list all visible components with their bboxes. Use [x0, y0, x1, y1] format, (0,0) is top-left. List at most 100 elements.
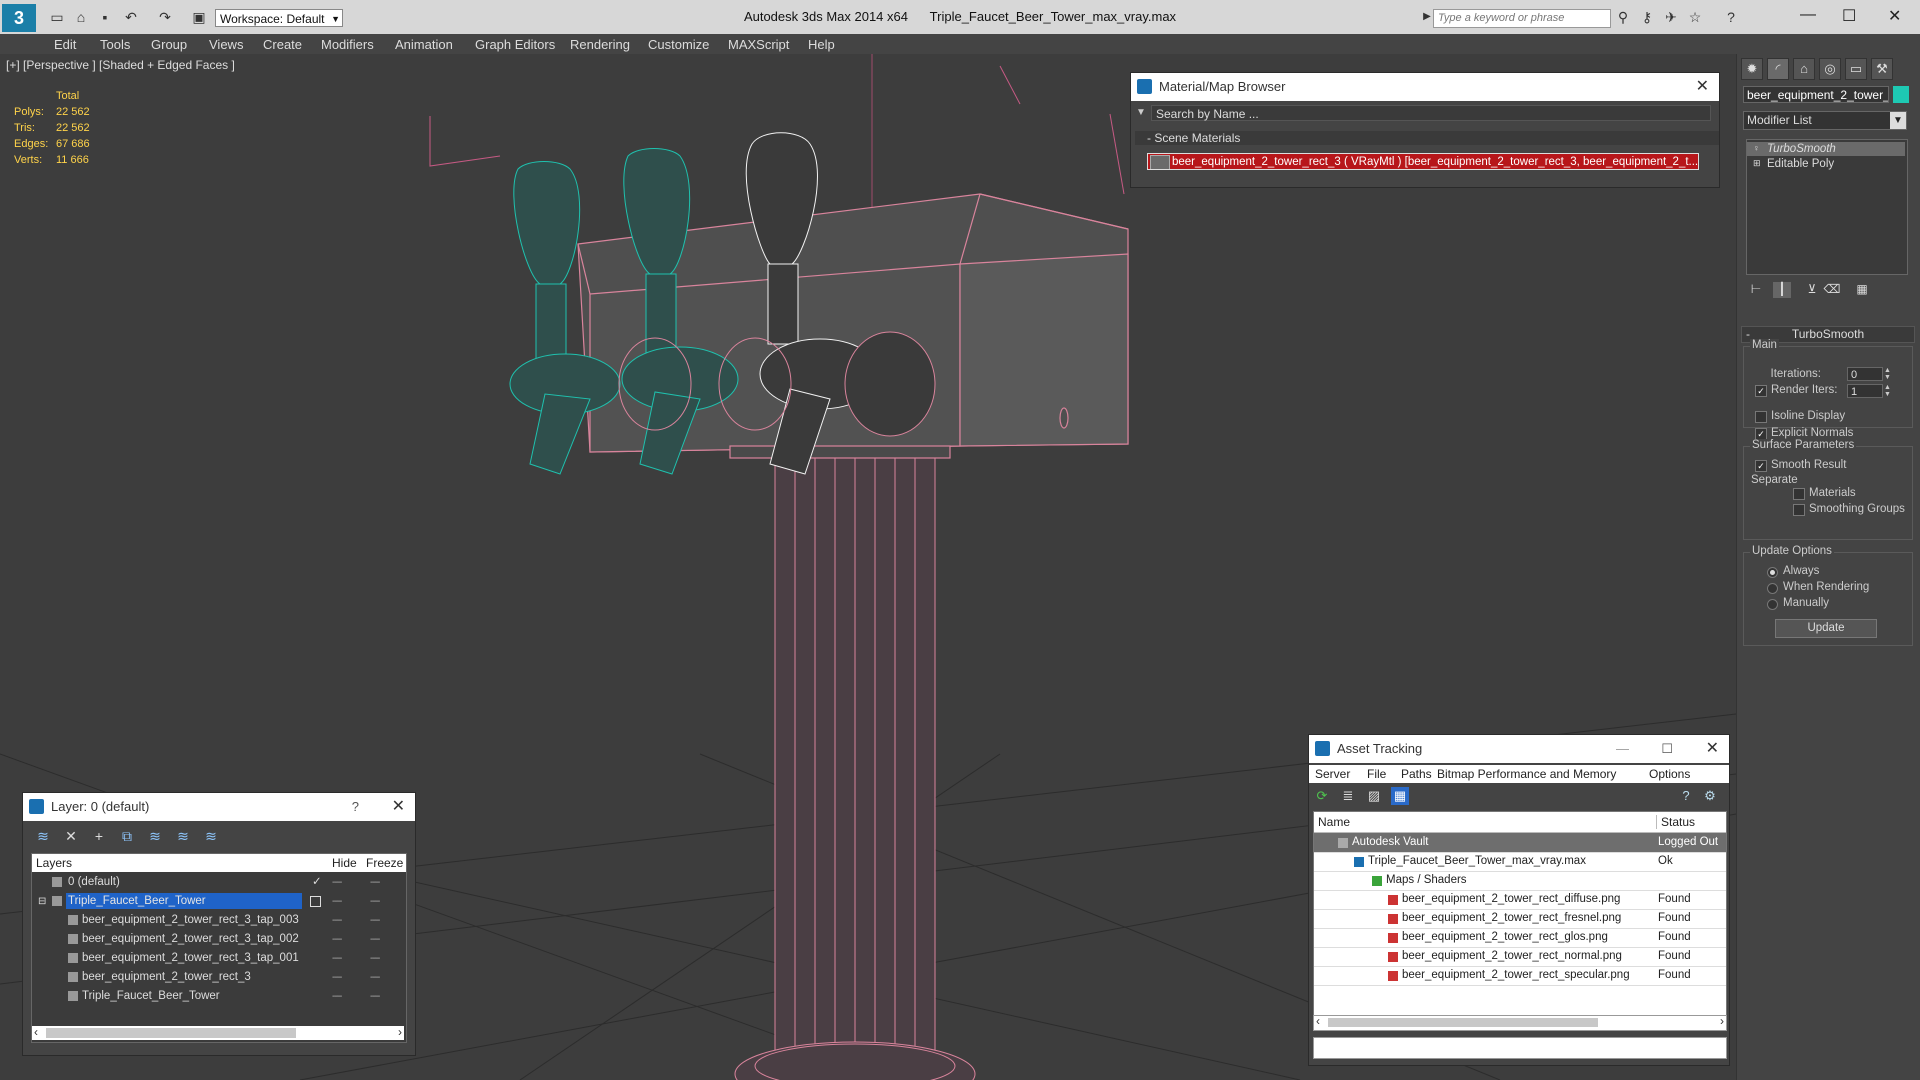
scroll-right-icon[interactable]: ›: [398, 1025, 402, 1039]
minimize-icon[interactable]: —: [1800, 6, 1816, 24]
hide-toggle[interactable]: ----: [332, 949, 342, 968]
asset-row[interactable]: beer_equipment_2_tower_rect_diffuse.png …: [1314, 890, 1726, 910]
freeze-toggle[interactable]: ----: [370, 892, 380, 911]
layer-row[interactable]: beer_equipment_2_tower_rect_3_tap_001 --…: [32, 949, 406, 968]
smoothing-groups-checkbox[interactable]: [1793, 504, 1805, 516]
layer-row[interactable]: Triple_Faucet_Beer_Tower ---- ----: [32, 987, 406, 1006]
render-iters-spinner[interactable]: 1: [1847, 384, 1883, 398]
asset-row[interactable]: beer_equipment_2_tower_rect_specular.png…: [1314, 966, 1726, 986]
freeze-toggle[interactable]: ----: [370, 968, 380, 987]
modifier-list-dropdown[interactable]: Modifier List ▼: [1743, 111, 1907, 130]
close-icon[interactable]: ✕: [1888, 6, 1901, 26]
menu-bitmap-performance[interactable]: Bitmap Performance and Memory: [1437, 767, 1616, 781]
smooth-result-checkbox[interactable]: ✓: [1755, 460, 1767, 472]
show-end-result-icon[interactable]: ┃: [1773, 282, 1791, 298]
hide-toggle[interactable]: ----: [332, 968, 342, 987]
col-name[interactable]: Name: [1318, 815, 1350, 829]
freeze-all-layers-icon[interactable]: ≋: [201, 827, 221, 845]
menu-rendering[interactable]: Rendering: [570, 37, 630, 52]
menu-views[interactable]: Views: [209, 37, 243, 52]
manually-radio[interactable]: [1767, 599, 1778, 610]
asset-tracking-header[interactable]: Asset Tracking — ☐ ✕: [1309, 735, 1729, 763]
set-current-box-icon[interactable]: [310, 896, 321, 907]
new-layer-icon[interactable]: ≋: [33, 827, 53, 845]
menu-tools[interactable]: Tools: [100, 37, 130, 52]
maximize-icon[interactable]: ☐: [1842, 6, 1856, 26]
object-name-field[interactable]: beer_equipment_2_tower_re: [1743, 86, 1889, 103]
menu-customize[interactable]: Customize: [648, 37, 709, 52]
search-input[interactable]: Type a keyword or phrase: [1433, 9, 1611, 28]
close-icon[interactable]: ✕: [392, 793, 405, 821]
stack-item-editable-poly[interactable]: Editable Poly: [1747, 157, 1905, 171]
options-dropdown-icon[interactable]: ▼: [1136, 107, 1146, 118]
menu-maxscript[interactable]: MAXScript: [728, 37, 789, 52]
remove-modifier-icon[interactable]: ⌫: [1823, 282, 1841, 298]
update-button[interactable]: Update: [1775, 619, 1877, 638]
viewport-label[interactable]: [+] [Perspective ] [Shaded + Edged Faces…: [6, 58, 235, 72]
col-freeze[interactable]: Freeze: [366, 854, 403, 872]
layer-row[interactable]: beer_equipment_2_tower_rect_3_tap_002 --…: [32, 930, 406, 949]
isoline-checkbox[interactable]: [1755, 411, 1767, 423]
menu-create[interactable]: Create: [263, 37, 302, 52]
col-hide[interactable]: Hide: [332, 854, 357, 872]
asset-path-field[interactable]: [1313, 1037, 1727, 1059]
menu-options[interactable]: Options: [1649, 767, 1690, 781]
configure-sets-icon[interactable]: ▦: [1853, 282, 1871, 298]
menu-group[interactable]: Group: [151, 37, 187, 52]
close-icon[interactable]: ✕: [1706, 735, 1719, 763]
scroll-thumb[interactable]: [46, 1028, 296, 1038]
table-view-icon[interactable]: ▦: [1391, 787, 1409, 805]
material-browser-header[interactable]: Material/Map Browser ✕: [1131, 73, 1719, 101]
help-icon[interactable]: ?: [352, 793, 359, 821]
scene-materials-group[interactable]: - Scene Materials: [1135, 131, 1719, 145]
make-unique-icon[interactable]: ⊻: [1803, 282, 1821, 298]
always-radio[interactable]: [1767, 567, 1778, 578]
menu-animation[interactable]: Animation: [395, 37, 453, 52]
hide-toggle[interactable]: ----: [332, 873, 342, 892]
display-tab-icon[interactable]: ▭: [1845, 58, 1867, 80]
asset-row[interactable]: Autodesk Vault Logged Out: [1314, 833, 1726, 853]
scroll-right-icon[interactable]: ›: [1720, 1014, 1724, 1028]
hide-all-layers-icon[interactable]: ≋: [173, 827, 193, 845]
hide-toggle[interactable]: ----: [332, 911, 342, 930]
col-status[interactable]: Status: [1656, 815, 1695, 829]
highlight-layer-icon[interactable]: ≋: [145, 827, 165, 845]
create-tab-icon[interactable]: ✹: [1741, 58, 1763, 80]
motion-tab-icon[interactable]: ◎: [1819, 58, 1841, 80]
asset-row[interactable]: beer_equipment_2_tower_rect_fresnel.png …: [1314, 909, 1726, 929]
materials-checkbox[interactable]: [1793, 488, 1805, 500]
expand-plus-icon[interactable]: ⊞: [1753, 158, 1761, 169]
freeze-toggle[interactable]: ----: [370, 987, 380, 1006]
layer-row[interactable]: 0 (default) ✓ ---- ----: [32, 873, 406, 892]
spinner-arrows-icon[interactable]: ▲ ▼: [1883, 384, 1892, 398]
spinner-arrows-icon[interactable]: ▲ ▼: [1883, 367, 1892, 381]
menu-graph-editors[interactable]: Graph Editors: [475, 37, 555, 52]
minimize-icon[interactable]: —: [1616, 735, 1629, 763]
light-bulb-icon[interactable]: ♀: [1753, 143, 1760, 153]
hide-toggle[interactable]: ----: [332, 892, 342, 911]
when-rendering-radio[interactable]: [1767, 583, 1778, 594]
collapse-icon[interactable]: ⊟: [38, 892, 46, 911]
modify-tab-icon[interactable]: ◜: [1767, 58, 1789, 80]
menu-help[interactable]: Help: [808, 37, 835, 52]
refresh-icon[interactable]: ⟳: [1313, 787, 1331, 805]
community-icon[interactable]: ✈: [1662, 8, 1680, 26]
favorites-star-icon[interactable]: ☆: [1686, 8, 1704, 26]
utilities-tab-icon[interactable]: ⚒: [1871, 58, 1893, 80]
pin-stack-icon[interactable]: ⊢: [1747, 282, 1765, 298]
freeze-toggle[interactable]: ----: [370, 873, 380, 892]
active-checkmark-icon[interactable]: ✓: [312, 873, 322, 892]
col-layers[interactable]: Layers: [36, 854, 72, 872]
delete-layer-icon[interactable]: ✕: [61, 827, 81, 845]
horizontal-scrollbar[interactable]: ‹ ›: [1313, 1014, 1727, 1031]
hide-toggle[interactable]: ----: [332, 930, 342, 949]
scroll-left-icon[interactable]: ‹: [1316, 1014, 1320, 1028]
maximize-icon[interactable]: ☐: [1661, 735, 1673, 763]
menu-modifiers[interactable]: Modifiers: [321, 37, 374, 52]
layer-row[interactable]: beer_equipment_2_tower_rect_3_tap_003 --…: [32, 911, 406, 930]
asset-row[interactable]: Maps / Shaders: [1314, 871, 1726, 891]
hierarchy-tab-icon[interactable]: ⌂: [1793, 58, 1815, 80]
menu-server[interactable]: Server: [1315, 767, 1350, 781]
scroll-thumb[interactable]: [1328, 1018, 1598, 1027]
stack-item-turbosmooth[interactable]: TurboSmooth: [1747, 142, 1905, 156]
